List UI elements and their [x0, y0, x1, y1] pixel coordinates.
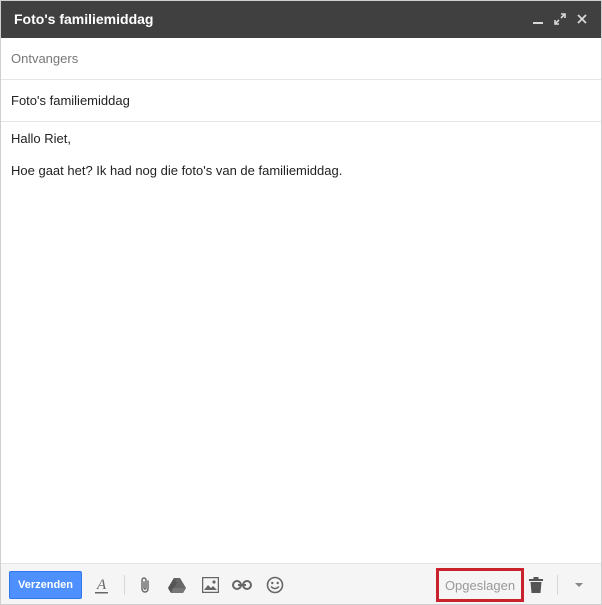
compose-toolbar: Verzenden A Opgeslagen	[1, 563, 601, 604]
recipients-input[interactable]	[11, 38, 591, 79]
message-body[interactable]: Hallo Riet, Hoe gaat het? Ik had nog die…	[11, 132, 591, 552]
chevron-down-icon[interactable]	[569, 575, 589, 595]
format-text-icon[interactable]: A	[92, 575, 112, 595]
compose-titlebar[interactable]: Foto's familiemiddag	[1, 1, 601, 38]
recipients-row	[1, 38, 601, 80]
send-button[interactable]: Verzenden	[9, 571, 82, 599]
svg-text:A: A	[96, 577, 107, 593]
trash-icon[interactable]	[526, 575, 546, 595]
popout-icon[interactable]	[549, 9, 571, 29]
message-line: Hoe gaat het? Ik had nog die foto's van …	[11, 163, 343, 178]
message-line: Hallo Riet,	[11, 131, 71, 146]
toolbar-divider	[557, 575, 558, 595]
close-icon[interactable]	[571, 9, 593, 29]
link-icon[interactable]	[232, 575, 252, 595]
compose-title: Foto's familiemiddag	[14, 11, 154, 27]
paperclip-icon[interactable]	[135, 575, 155, 595]
photo-icon[interactable]	[200, 575, 220, 595]
compose-window: Foto's familiemiddag Ontvangers Foto's f…	[0, 0, 602, 605]
subject-input[interactable]	[11, 80, 591, 121]
minimize-icon[interactable]	[527, 9, 549, 29]
smiley-icon[interactable]	[265, 575, 285, 595]
drive-icon[interactable]	[167, 575, 187, 595]
saved-status-highlight: Opgeslagen	[436, 568, 524, 602]
window-controls	[527, 9, 593, 29]
subject-row	[1, 80, 601, 122]
saved-status: Opgeslagen	[444, 577, 516, 593]
toolbar-divider	[124, 575, 125, 595]
